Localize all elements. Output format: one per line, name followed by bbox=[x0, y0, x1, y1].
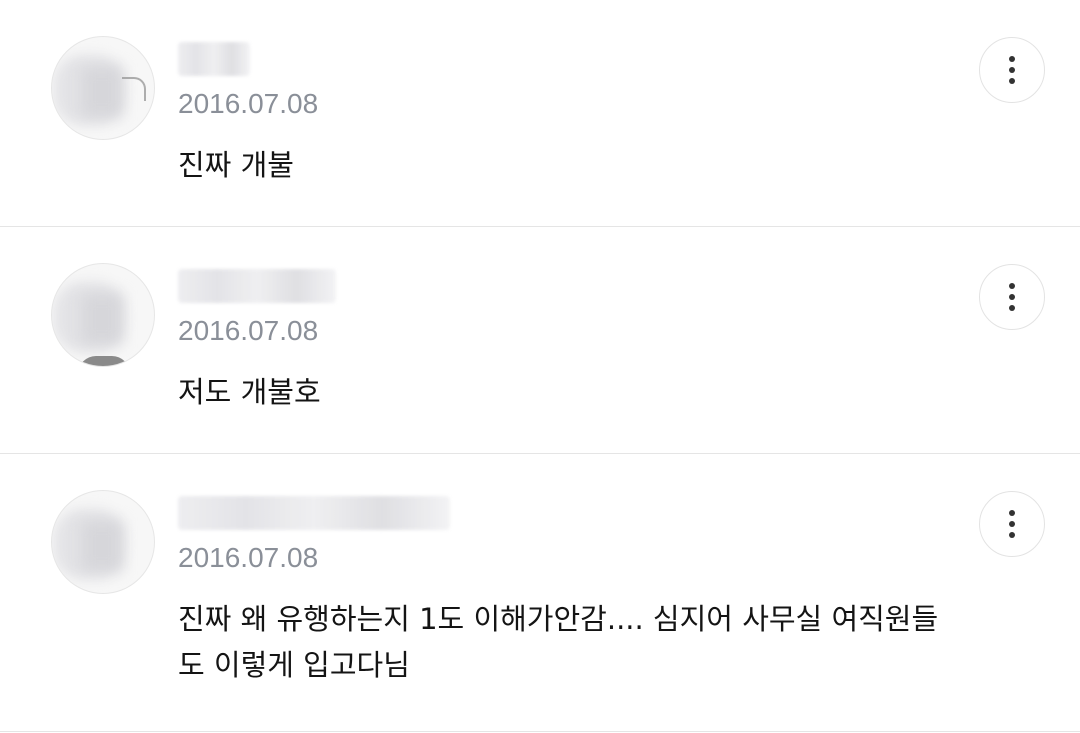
avatar[interactable] bbox=[51, 263, 155, 367]
avatar-sketch bbox=[122, 77, 146, 101]
avatar[interactable] bbox=[51, 490, 155, 594]
more-options-button[interactable] bbox=[979, 37, 1045, 103]
author-name-redacted[interactable] bbox=[178, 269, 336, 303]
comment-item: 2016.07.08 저도 개불호 bbox=[0, 227, 1080, 454]
more-options-button[interactable] bbox=[979, 264, 1045, 330]
comment-text: 진짜 개불 bbox=[178, 148, 294, 182]
comment-date: 2016.07.08 bbox=[178, 542, 319, 573]
avatar-blur bbox=[82, 521, 122, 571]
more-vertical-icon bbox=[1009, 56, 1015, 84]
comment-list: 2016.07.08 진짜 개불 2016.07.08 저도 개불호 2016.… bbox=[0, 0, 1080, 732]
author-name-redacted[interactable] bbox=[178, 496, 450, 530]
comment-item: 2016.07.08 진짜 왜 유행하는지 1도 이해가안감.... 심지어 사… bbox=[0, 454, 1080, 732]
avatar[interactable] bbox=[51, 36, 155, 140]
avatar-blur bbox=[82, 67, 122, 117]
comment-text: 진짜 왜 유행하는지 1도 이해가안감.... 심지어 사무실 여직원들도 이렇… bbox=[178, 602, 939, 682]
more-vertical-icon bbox=[1009, 283, 1015, 311]
comment-text: 저도 개불호 bbox=[178, 375, 321, 409]
comment-date: 2016.07.08 bbox=[178, 315, 319, 346]
more-options-button[interactable] bbox=[979, 491, 1045, 557]
comment-item: 2016.07.08 진짜 개불 bbox=[0, 0, 1080, 227]
author-name-redacted[interactable] bbox=[178, 42, 250, 76]
more-vertical-icon bbox=[1009, 510, 1015, 538]
avatar-shirt bbox=[78, 356, 130, 366]
avatar-blur bbox=[82, 294, 122, 344]
comment-date: 2016.07.08 bbox=[178, 88, 319, 119]
